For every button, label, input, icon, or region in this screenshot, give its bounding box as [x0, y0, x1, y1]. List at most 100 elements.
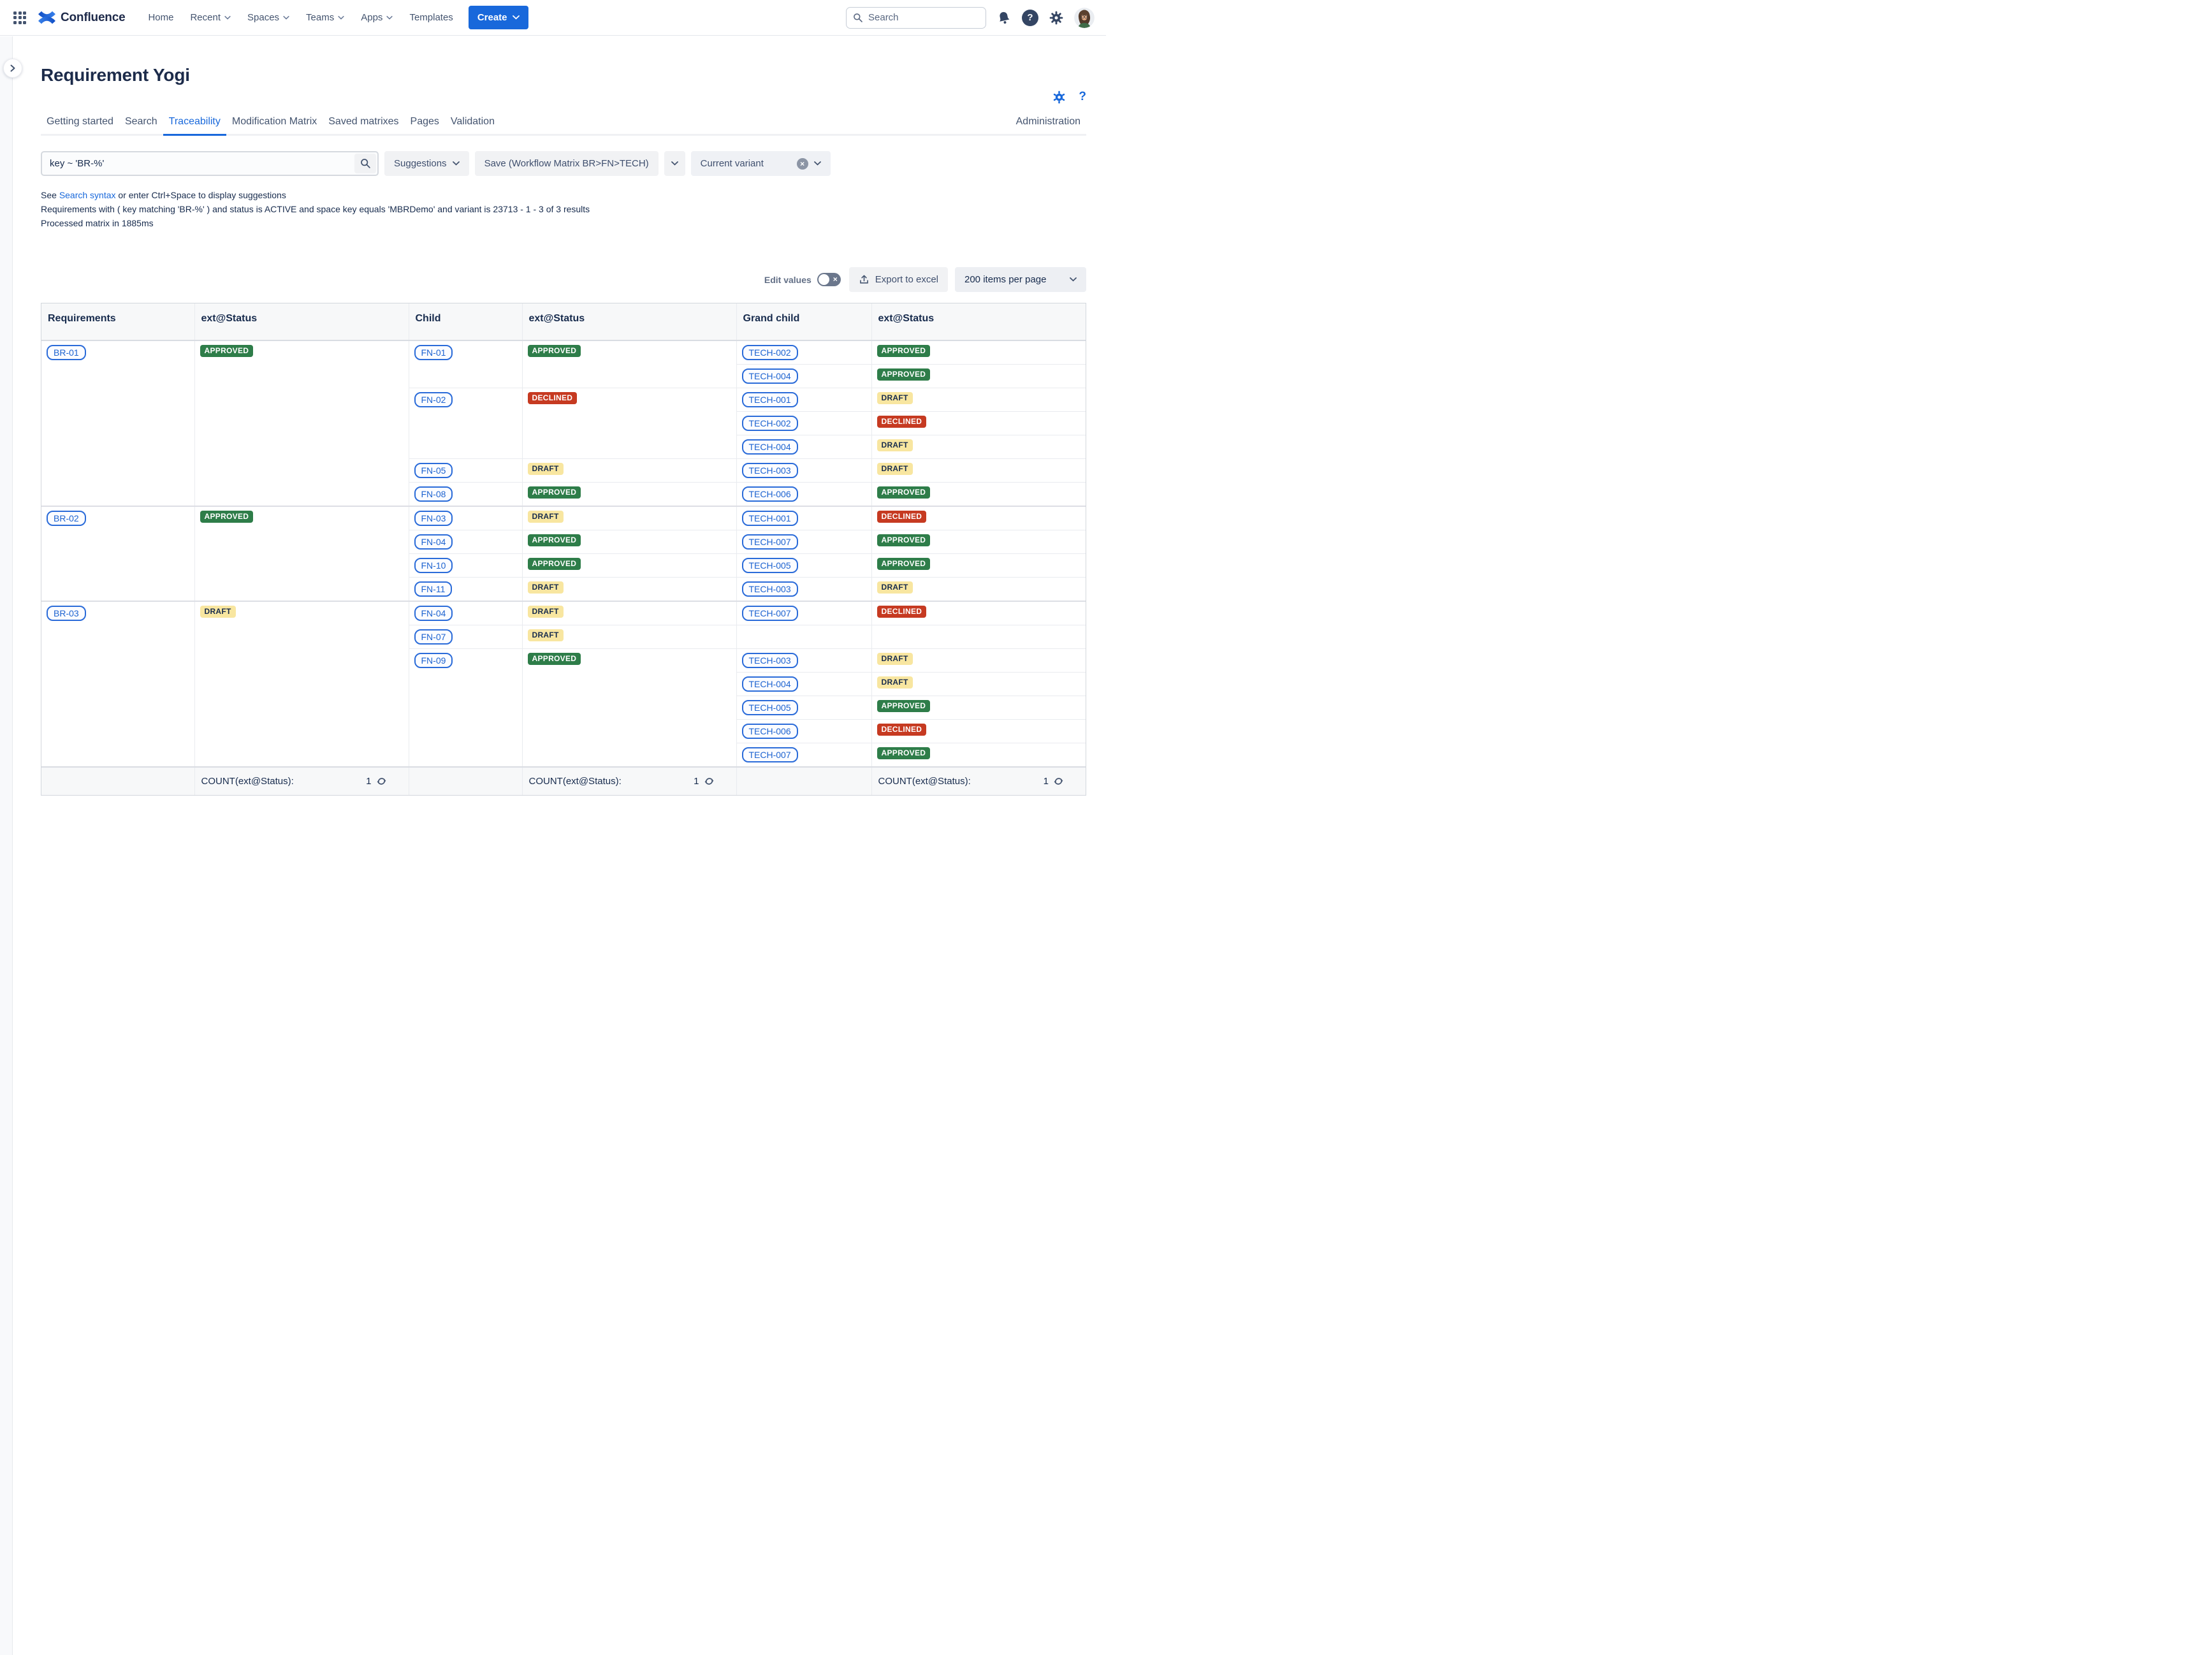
grand-child-key-link[interactable]: TECH-002 — [742, 416, 798, 431]
global-search-input[interactable]: Search — [846, 7, 986, 29]
chevron-down-icon — [814, 161, 821, 166]
user-avatar[interactable] — [1074, 8, 1095, 28]
grand-child-key-link[interactable]: TECH-003 — [742, 581, 798, 597]
search-icon — [360, 158, 371, 169]
status-badge: APPROVED — [877, 534, 931, 546]
nav-item-spaces[interactable]: Spaces — [241, 7, 296, 28]
chevron-down-icon — [283, 16, 289, 20]
help-icon[interactable]: ? — [1022, 10, 1038, 26]
grand-child-key-link[interactable]: TECH-007 — [742, 606, 798, 621]
grand-child-key-link[interactable]: TECH-003 — [742, 463, 798, 478]
refresh-icon[interactable] — [1053, 776, 1064, 787]
requirement-key-link[interactable]: BR-03 — [47, 606, 86, 621]
child-key-link[interactable]: FN-10 — [414, 558, 453, 573]
status-badge: DECLINED — [877, 606, 927, 618]
chevron-down-icon — [453, 161, 460, 166]
nav-item-recent[interactable]: Recent — [184, 7, 237, 28]
app-help-icon[interactable]: ? — [1079, 90, 1086, 104]
clear-variant-icon[interactable]: × — [797, 158, 808, 170]
column-header-5: ext@Status — [871, 303, 1086, 340]
count-label: COUNT(ext@Status): — [201, 776, 294, 787]
confluence-logo-icon — [38, 9, 55, 26]
export-excel-button[interactable]: Export to excel — [849, 267, 948, 292]
suggestions-button[interactable]: Suggestions — [384, 151, 469, 176]
child-key-link[interactable]: FN-11 — [414, 581, 453, 597]
grand-child-key-link[interactable]: TECH-001 — [742, 511, 798, 526]
grand-child-key-link[interactable]: TECH-006 — [742, 724, 798, 739]
status-badge: DRAFT — [528, 511, 564, 523]
page-size-select[interactable]: 200 items per page — [955, 267, 1086, 292]
tab-pages[interactable]: Pages — [405, 112, 445, 136]
matrix-header-row: Requirementsext@StatusChildext@StatusGra… — [41, 303, 1086, 340]
module-tabs: Getting startedSearchTraceabilityModific… — [41, 112, 1086, 136]
run-search-button[interactable] — [354, 154, 376, 173]
confluence-logo[interactable]: Confluence — [38, 9, 125, 26]
nav-item-home[interactable]: Home — [142, 7, 180, 28]
grand-child-key-link[interactable]: TECH-003 — [742, 653, 798, 668]
grand-child-key-link[interactable]: TECH-001 — [742, 392, 798, 407]
child-key-link[interactable]: FN-05 — [414, 463, 453, 478]
save-matrix-button[interactable]: Save (Workflow Matrix BR>FN>TECH) — [475, 151, 659, 176]
search-icon — [853, 13, 863, 23]
grand-child-key-link[interactable]: TECH-006 — [742, 486, 798, 502]
global-search-placeholder: Search — [868, 12, 899, 23]
status-badge: DECLINED — [877, 511, 927, 523]
app-switcher-icon[interactable] — [9, 7, 31, 29]
variant-select[interactable]: Current variant × — [691, 151, 831, 176]
status-badge: APPROVED — [200, 511, 254, 523]
nav-item-templates[interactable]: Templates — [403, 7, 459, 28]
grand-child-key-link[interactable]: TECH-004 — [742, 676, 798, 692]
search-syntax-link[interactable]: Search syntax — [59, 190, 116, 200]
child-key-link[interactable]: FN-08 — [414, 486, 453, 502]
child-key-link[interactable]: FN-03 — [414, 511, 453, 526]
status-badge: DECLINED — [528, 392, 578, 404]
grand-child-key-link[interactable]: TECH-002 — [742, 345, 798, 360]
column-header-0: Requirements — [41, 303, 194, 340]
tab-saved-matrixes[interactable]: Saved matrixes — [323, 112, 404, 136]
child-key-link[interactable]: FN-09 — [414, 653, 453, 668]
child-key-link[interactable]: FN-07 — [414, 629, 453, 645]
child-key-link[interactable]: FN-02 — [414, 392, 453, 407]
chevron-down-icon — [386, 16, 393, 20]
grand-child-key-link[interactable]: TECH-005 — [742, 558, 798, 573]
syntax-hint: See Search syntax or enter Ctrl+Space to… — [41, 191, 1086, 200]
tab-validation[interactable]: Validation — [445, 112, 500, 136]
count-label: COUNT(ext@Status): — [878, 776, 971, 787]
grand-child-key-link[interactable]: TECH-004 — [742, 368, 798, 384]
query-input[interactable] — [41, 151, 379, 176]
app-settings-gear-icon[interactable] — [1052, 91, 1066, 104]
grand-child-key-link[interactable]: TECH-004 — [742, 439, 798, 455]
tab-traceability[interactable]: Traceability — [163, 112, 226, 136]
traceability-matrix: Requirementsext@StatusChildext@StatusGra… — [41, 303, 1086, 796]
count-value: 1 — [694, 776, 699, 787]
settings-gear-icon[interactable] — [1048, 10, 1065, 26]
requirement-key-link[interactable]: BR-02 — [47, 511, 86, 526]
grand-child-key-link[interactable]: TECH-007 — [742, 534, 798, 550]
chevron-down-icon — [671, 161, 678, 166]
status-badge: APPROVED — [200, 345, 254, 357]
child-key-link[interactable]: FN-04 — [414, 534, 453, 550]
status-badge: DRAFT — [528, 606, 564, 618]
requirement-key-link[interactable]: BR-01 — [47, 345, 86, 360]
nav-item-apps[interactable]: Apps — [354, 7, 399, 28]
refresh-icon[interactable] — [376, 776, 387, 787]
child-key-link[interactable]: FN-01 — [414, 345, 453, 360]
child-key-link[interactable]: FN-04 — [414, 606, 453, 621]
expand-sidebar-button[interactable] — [3, 59, 22, 78]
tab-modification-matrix[interactable]: Modification Matrix — [226, 112, 323, 136]
status-badge: DECLINED — [877, 724, 927, 736]
create-button[interactable]: Create — [469, 6, 528, 29]
notifications-bell-icon[interactable] — [996, 10, 1012, 26]
save-options-button[interactable] — [664, 151, 685, 176]
grand-child-key-link[interactable]: TECH-005 — [742, 700, 798, 715]
column-header-3: ext@Status — [522, 303, 736, 340]
processing-time: Processed matrix in 1885ms — [41, 219, 1086, 228]
edit-values-toggle[interactable]: × — [817, 273, 841, 286]
tab-getting-started[interactable]: Getting started — [41, 112, 119, 136]
tab-search[interactable]: Search — [119, 112, 163, 136]
tab-administration[interactable]: Administration — [1010, 112, 1086, 136]
grand-child-key-link[interactable]: TECH-007 — [742, 747, 798, 762]
nav-item-teams[interactable]: Teams — [300, 7, 351, 28]
matrix-row: BR-03DRAFTFN-04DRAFTTECH-007DECLINED — [41, 601, 1086, 625]
refresh-icon[interactable] — [704, 776, 715, 787]
